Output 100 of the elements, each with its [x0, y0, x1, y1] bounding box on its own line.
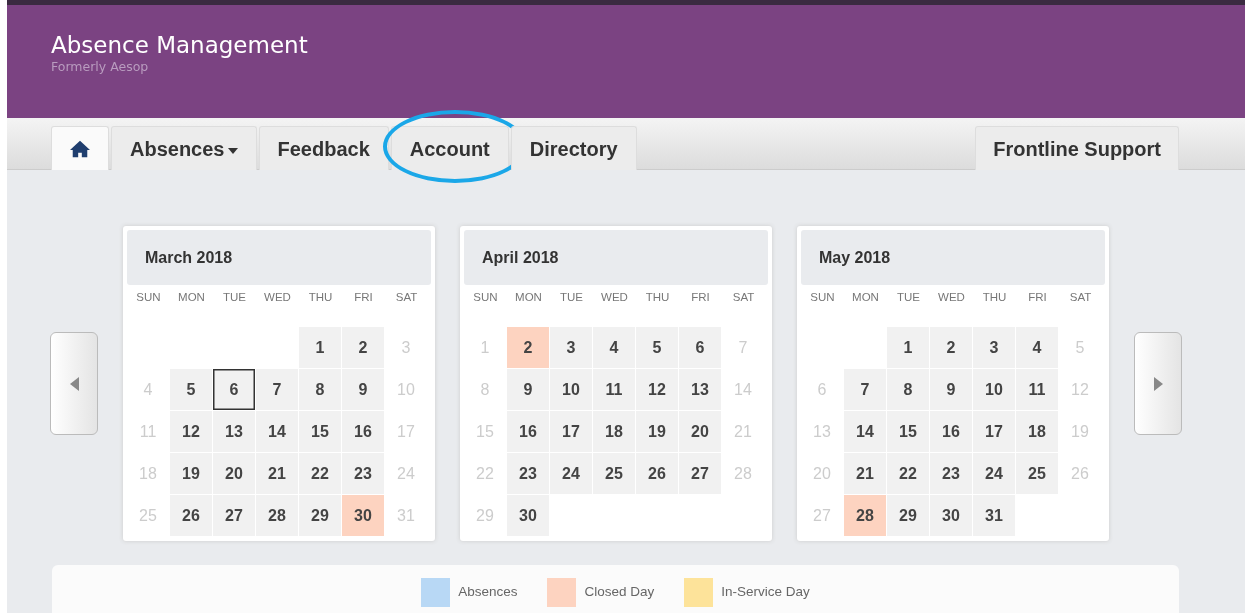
right-arrow-icon [1153, 376, 1163, 391]
day-cell[interactable]: 18 [1016, 411, 1059, 453]
weekday-label: MON [851, 290, 880, 305]
day-cell[interactable]: 13 [213, 411, 256, 453]
day-cell[interactable]: 21 [844, 453, 887, 495]
day-cell[interactable]: 15 [887, 411, 930, 453]
day-cell[interactable]: 10 [973, 369, 1016, 411]
today-cell[interactable]: 6 [213, 369, 256, 411]
weekday-label: WED [937, 290, 966, 305]
day-cell[interactable]: 24 [550, 453, 593, 495]
legend-label: Closed Day [584, 582, 655, 601]
day-cell[interactable]: 16 [507, 411, 550, 453]
menu-tab[interactable]: Feedback [258, 126, 389, 170]
day-cell[interactable]: 8 [299, 369, 342, 411]
day-cell[interactable]: 31 [973, 495, 1016, 537]
day-cell[interactable]: 11 [1016, 369, 1059, 411]
day-cell[interactable]: 16 [342, 411, 385, 453]
day-cell[interactable]: 3 [973, 327, 1016, 369]
closed-day-cell[interactable]: 30 [342, 495, 385, 537]
day-cell[interactable]: 19 [170, 453, 213, 495]
weekday-label: THU [307, 290, 334, 305]
day-cell[interactable]: 1 [299, 327, 342, 369]
day-cell[interactable]: 2 [342, 327, 385, 369]
day-cell[interactable]: 29 [299, 495, 342, 537]
closed-day-cell[interactable]: 28 [844, 495, 887, 537]
home-icon [70, 139, 90, 158]
day-cell[interactable]: 23 [342, 453, 385, 495]
home-tab[interactable] [51, 126, 109, 170]
day-cell[interactable]: 1 [887, 327, 930, 369]
weekday-label: FRI [690, 290, 711, 305]
day-cell[interactable]: 5 [636, 327, 679, 369]
day-cell[interactable]: 29 [887, 495, 930, 537]
day-cell[interactable]: 20 [213, 453, 256, 495]
next-button[interactable] [1134, 332, 1182, 435]
day-cell[interactable]: 9 [507, 369, 550, 411]
day-cell[interactable]: 4 [593, 327, 636, 369]
day-cell[interactable]: 23 [930, 453, 973, 495]
weekday-label: SAT [1068, 290, 1093, 305]
day-cell[interactable]: 6 [679, 327, 722, 369]
weekday-label: THU [644, 290, 671, 305]
day-cell[interactable]: 14 [844, 411, 887, 453]
month-title: May 2018 [801, 230, 1105, 285]
weekday-label: TUE [559, 290, 584, 305]
day-cell[interactable]: 12 [636, 369, 679, 411]
day-cell[interactable]: 9 [930, 369, 973, 411]
previous-button[interactable] [50, 332, 98, 435]
app-title: Absence Management [51, 33, 309, 59]
day-cell[interactable]: 7 [844, 369, 887, 411]
day-cell[interactable]: 8 [887, 369, 930, 411]
day-cell[interactable]: 26 [636, 453, 679, 495]
support-tab[interactable]: Frontline Support [975, 126, 1179, 170]
weekday-label: FRI [353, 290, 374, 305]
day-cell[interactable]: 15 [299, 411, 342, 453]
weekday-label: WED [263, 290, 292, 305]
day-cell[interactable]: 3 [550, 327, 593, 369]
day-cell[interactable]: 2 [930, 327, 973, 369]
day-cell[interactable]: 20 [679, 411, 722, 453]
day-cell[interactable]: 25 [1016, 453, 1059, 495]
day-cell[interactable]: 27 [213, 495, 256, 537]
weekday-label: SUN [135, 290, 162, 305]
day-cell[interactable]: 26 [170, 495, 213, 537]
day-cell[interactable]: 21 [256, 453, 299, 495]
day-cell[interactable]: 23 [507, 453, 550, 495]
day-cell[interactable]: 4 [1016, 327, 1059, 369]
day-cell[interactable]: 5 [170, 369, 213, 411]
closed-day-cell[interactable]: 2 [507, 327, 550, 369]
menu-tab[interactable]: Directory [510, 126, 637, 170]
weekday-label: TUE [222, 290, 247, 305]
day-cell[interactable]: 28 [256, 495, 299, 537]
day-cell[interactable]: 30 [930, 495, 973, 537]
day-cell[interactable]: 30 [507, 495, 550, 537]
weekday-label: SUN [472, 290, 499, 305]
month-title: April 2018 [464, 230, 768, 285]
day-cell[interactable]: 17 [550, 411, 593, 453]
legend-label: Absences [458, 582, 518, 601]
day-cell[interactable]: 16 [930, 411, 973, 453]
day-cell[interactable]: 27 [679, 453, 722, 495]
day-cell[interactable]: 10 [550, 369, 593, 411]
day-cell[interactable]: 11 [593, 369, 636, 411]
day-cell[interactable]: 19 [636, 411, 679, 453]
day-cell[interactable]: 14 [256, 411, 299, 453]
day-cell[interactable]: 12 [170, 411, 213, 453]
day-cell[interactable]: 25 [593, 453, 636, 495]
menu-tab[interactable]: Account [390, 126, 509, 170]
day-cell[interactable]: 13 [679, 369, 722, 411]
app-subtitle: Formerly Aesop [51, 58, 150, 77]
weekday-label: TUE [896, 290, 921, 305]
weekday-label: SAT [731, 290, 756, 305]
day-cell[interactable]: 7 [256, 369, 299, 411]
weekday-label: THU [981, 290, 1008, 305]
day-cell[interactable]: 22 [887, 453, 930, 495]
caret-icon [227, 147, 238, 154]
day-cell[interactable]: 18 [593, 411, 636, 453]
month-title: March 2018 [127, 230, 431, 285]
day-cell[interactable]: 24 [973, 453, 1016, 495]
menu-tab[interactable]: Absences [111, 126, 257, 170]
day-cell[interactable]: 17 [973, 411, 1016, 453]
day-cell[interactable]: 9 [342, 369, 385, 411]
day-cell[interactable]: 22 [299, 453, 342, 495]
left-arrow-icon [69, 376, 79, 391]
